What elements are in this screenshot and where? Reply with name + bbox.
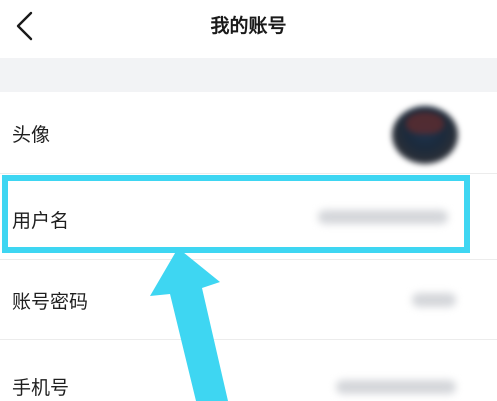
username-value-blurred bbox=[318, 210, 448, 224]
section-gap bbox=[0, 58, 497, 92]
password-row[interactable]: 账号密码 bbox=[0, 260, 497, 340]
avatar[interactable] bbox=[392, 106, 458, 164]
username-row[interactable]: 用户名 bbox=[0, 174, 497, 260]
avatar-label: 头像 bbox=[12, 124, 51, 146]
phone-row[interactable]: 手机号 bbox=[0, 340, 497, 401]
password-label: 账号密码 bbox=[12, 291, 89, 313]
username-label: 用户名 bbox=[12, 210, 70, 232]
phone-value-blurred bbox=[336, 380, 456, 394]
page-title: 我的账号 bbox=[210, 15, 287, 37]
avatar-row[interactable]: 头像 bbox=[0, 92, 497, 174]
password-value-blurred bbox=[412, 293, 456, 307]
phone-label: 手机号 bbox=[12, 377, 70, 399]
top-nav-bar: 我的账号 bbox=[0, 0, 497, 58]
